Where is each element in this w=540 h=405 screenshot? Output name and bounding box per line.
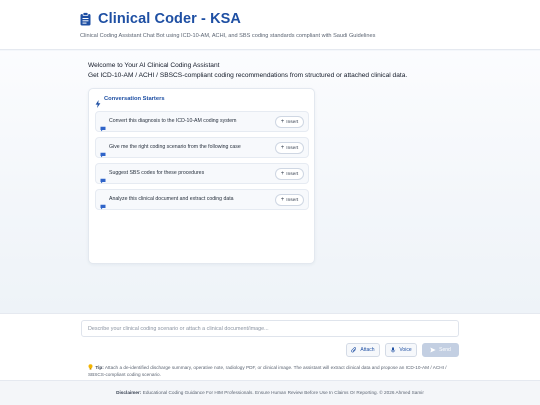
plus-icon: + xyxy=(280,171,285,177)
insert-label: Insert xyxy=(286,119,299,125)
microphone-icon xyxy=(390,347,396,353)
title-row: Clinical Coder - KSA xyxy=(80,11,241,27)
chat-bubble-icon xyxy=(100,171,106,184)
tip-text: Tip: Attach a de-identified discharge su… xyxy=(88,364,460,378)
starter-text: Convert this diagnosis to the ICD-10-AM … xyxy=(109,118,237,124)
chat-area: Welcome to Your AI Clinical Coding Assis… xyxy=(0,51,540,313)
starter-item[interactable]: Convert this diagnosis to the ICD-10-AM … xyxy=(95,111,309,132)
footer: Disclaimer: Educational Coding Guidance … xyxy=(0,380,540,405)
lightbulb-icon xyxy=(88,364,93,370)
app-title: Clinical Coder - KSA xyxy=(98,11,241,27)
send-button[interactable]: Send xyxy=(422,343,459,357)
starter-item[interactable]: Suggest SBS codes for these procedures +… xyxy=(95,163,309,184)
starter-text: Suggest SBS codes for these procedures xyxy=(109,170,205,176)
insert-button[interactable]: + Insert xyxy=(275,142,304,154)
chat-bubble-icon xyxy=(100,145,106,158)
insert-button[interactable]: + Insert xyxy=(275,116,304,128)
starters-header: Conversation Starters xyxy=(95,95,165,108)
starter-item[interactable]: Give me the right coding scenario from t… xyxy=(95,137,309,158)
message-input[interactable] xyxy=(81,320,459,337)
clipboard-icon xyxy=(80,12,91,26)
starter-item[interactable]: Analyze this clinical document and extra… xyxy=(95,189,309,210)
voice-button[interactable]: Voice xyxy=(385,343,417,357)
chat-bubble-icon xyxy=(100,197,106,210)
tip-label: Tip: xyxy=(95,365,104,370)
conversation-starters-panel: Conversation Starters Convert this diagn… xyxy=(88,88,315,264)
bolt-icon xyxy=(95,95,101,108)
attach-label: Attach xyxy=(360,347,375,353)
send-label: Send xyxy=(439,347,451,353)
plus-icon: + xyxy=(280,145,285,151)
composer: Attach Voice Send Tip: Attach a de-ident… xyxy=(0,313,540,380)
insert-button[interactable]: + Insert xyxy=(275,194,304,206)
disclaimer-label: Disclaimer: xyxy=(116,390,142,395)
insert-label: Insert xyxy=(286,171,299,177)
voice-label: Voice xyxy=(399,347,412,353)
chat-bubble-icon xyxy=(100,119,106,132)
welcome-heading: Welcome to Your AI Clinical Coding Assis… xyxy=(88,62,220,69)
send-icon xyxy=(430,347,436,353)
app-subtitle: Clinical Coding Assistant Chat Bot using… xyxy=(80,33,376,39)
welcome-description: Get ICD-10-AM / ACHI / SBSCS-compliant c… xyxy=(88,72,408,79)
paperclip-icon xyxy=(351,347,357,353)
insert-button[interactable]: + Insert xyxy=(275,168,304,180)
starters-title: Conversation Starters xyxy=(104,96,165,102)
disclaimer: Disclaimer: Educational Coding Guidance … xyxy=(0,390,540,395)
disclaimer-text: Educational Coding Guidance For HIM Prof… xyxy=(142,390,424,395)
insert-label: Insert xyxy=(286,197,299,203)
app-header: Clinical Coder - KSA Clinical Coding Ass… xyxy=(0,0,540,50)
tip-body: Attach a de-identified discharge summary… xyxy=(88,365,447,377)
plus-icon: + xyxy=(280,119,285,125)
insert-label: Insert xyxy=(286,145,299,151)
attach-button[interactable]: Attach xyxy=(346,343,380,357)
starter-text: Give me the right coding scenario from t… xyxy=(109,144,241,150)
plus-icon: + xyxy=(280,197,285,203)
starter-text: Analyze this clinical document and extra… xyxy=(109,196,234,202)
